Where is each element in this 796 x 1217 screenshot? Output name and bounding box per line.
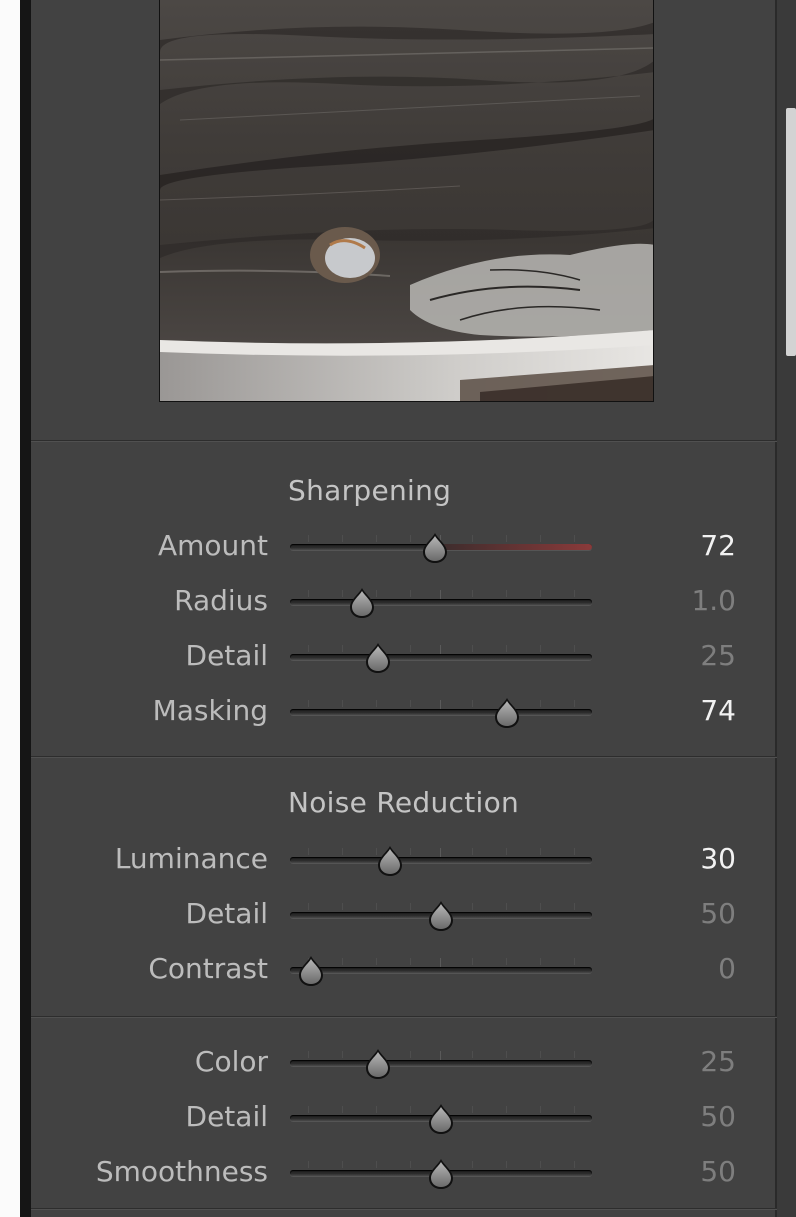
slider-thumb[interactable] xyxy=(361,641,395,675)
slider-thumb[interactable] xyxy=(345,586,379,620)
slider-label-luminance: Luminance xyxy=(114,842,268,875)
slider-ticks xyxy=(290,645,592,654)
slider-thumb[interactable] xyxy=(373,844,407,878)
radius-slider[interactable] xyxy=(290,588,592,618)
slider-thumb[interactable] xyxy=(490,696,524,730)
smoothness-slider[interactable] xyxy=(290,1159,592,1189)
slider-label-luminance-detail: Detail xyxy=(185,897,268,930)
color-detail-slider[interactable] xyxy=(290,1104,592,1134)
slider-ticks xyxy=(290,958,592,967)
slider-label-masking: Masking xyxy=(152,694,268,727)
section-divider xyxy=(31,440,777,442)
slider-label-amount: Amount xyxy=(157,529,268,562)
detail-value[interactable]: 25 xyxy=(700,640,736,672)
slider-label-radius: Radius xyxy=(174,584,268,617)
slider-thumb[interactable] xyxy=(424,1102,458,1136)
luminance-value[interactable]: 30 xyxy=(700,843,736,875)
slider-ticks xyxy=(290,700,592,709)
panel-left-border xyxy=(20,0,31,1217)
slider-track[interactable] xyxy=(290,967,592,973)
slider-track[interactable] xyxy=(290,599,592,605)
slider-label-contrast: Contrast xyxy=(148,952,268,985)
detail-preview-image[interactable] xyxy=(159,0,654,402)
slider-thumb[interactable] xyxy=(424,1157,458,1191)
slider-thumb[interactable] xyxy=(424,899,458,933)
slider-label-color-detail: Detail xyxy=(185,1100,268,1133)
slider-track[interactable] xyxy=(290,654,592,660)
section-divider xyxy=(31,1208,777,1210)
slider-ticks xyxy=(290,1051,592,1060)
luminance-detail-value[interactable]: 50 xyxy=(700,898,736,930)
slider-label-smoothness: Smoothness xyxy=(95,1155,268,1188)
slider-track[interactable] xyxy=(290,1060,592,1066)
slider-track[interactable] xyxy=(290,709,592,715)
slider-thumb[interactable] xyxy=(294,954,328,988)
slider-label-color: Color xyxy=(194,1045,268,1078)
luminance-slider[interactable] xyxy=(290,846,592,876)
detail-slider[interactable] xyxy=(290,643,592,673)
noise-reduction-title: Noise Reduction xyxy=(288,786,520,819)
luminance-detail-slider[interactable] xyxy=(290,901,592,931)
slider-track[interactable] xyxy=(290,857,592,863)
slider-thumb[interactable] xyxy=(361,1047,395,1081)
contrast-value[interactable]: 0 xyxy=(718,953,736,985)
contrast-slider[interactable] xyxy=(290,956,592,986)
window-left-edge xyxy=(0,0,20,1217)
amount-value[interactable]: 72 xyxy=(700,530,736,562)
scrollbar-thumb[interactable] xyxy=(786,108,796,356)
slider-label-detail: Detail xyxy=(185,639,268,672)
slider-thumb[interactable] xyxy=(418,531,452,565)
slider-ticks xyxy=(290,848,592,857)
color-slider[interactable] xyxy=(290,1049,592,1079)
masking-value[interactable]: 74 xyxy=(700,695,736,727)
smoothness-value[interactable]: 50 xyxy=(700,1156,736,1188)
masking-slider[interactable] xyxy=(290,698,592,728)
wood-texture-preview xyxy=(160,0,653,401)
color-value[interactable]: 25 xyxy=(700,1046,736,1078)
slider-ticks xyxy=(290,590,592,599)
subsection-divider xyxy=(31,1016,777,1018)
amount-slider[interactable] xyxy=(290,533,592,563)
color-detail-value[interactable]: 50 xyxy=(700,1101,736,1133)
sharpening-title: Sharpening xyxy=(288,474,452,507)
radius-value[interactable]: 1.0 xyxy=(691,585,736,617)
section-divider xyxy=(31,756,777,758)
